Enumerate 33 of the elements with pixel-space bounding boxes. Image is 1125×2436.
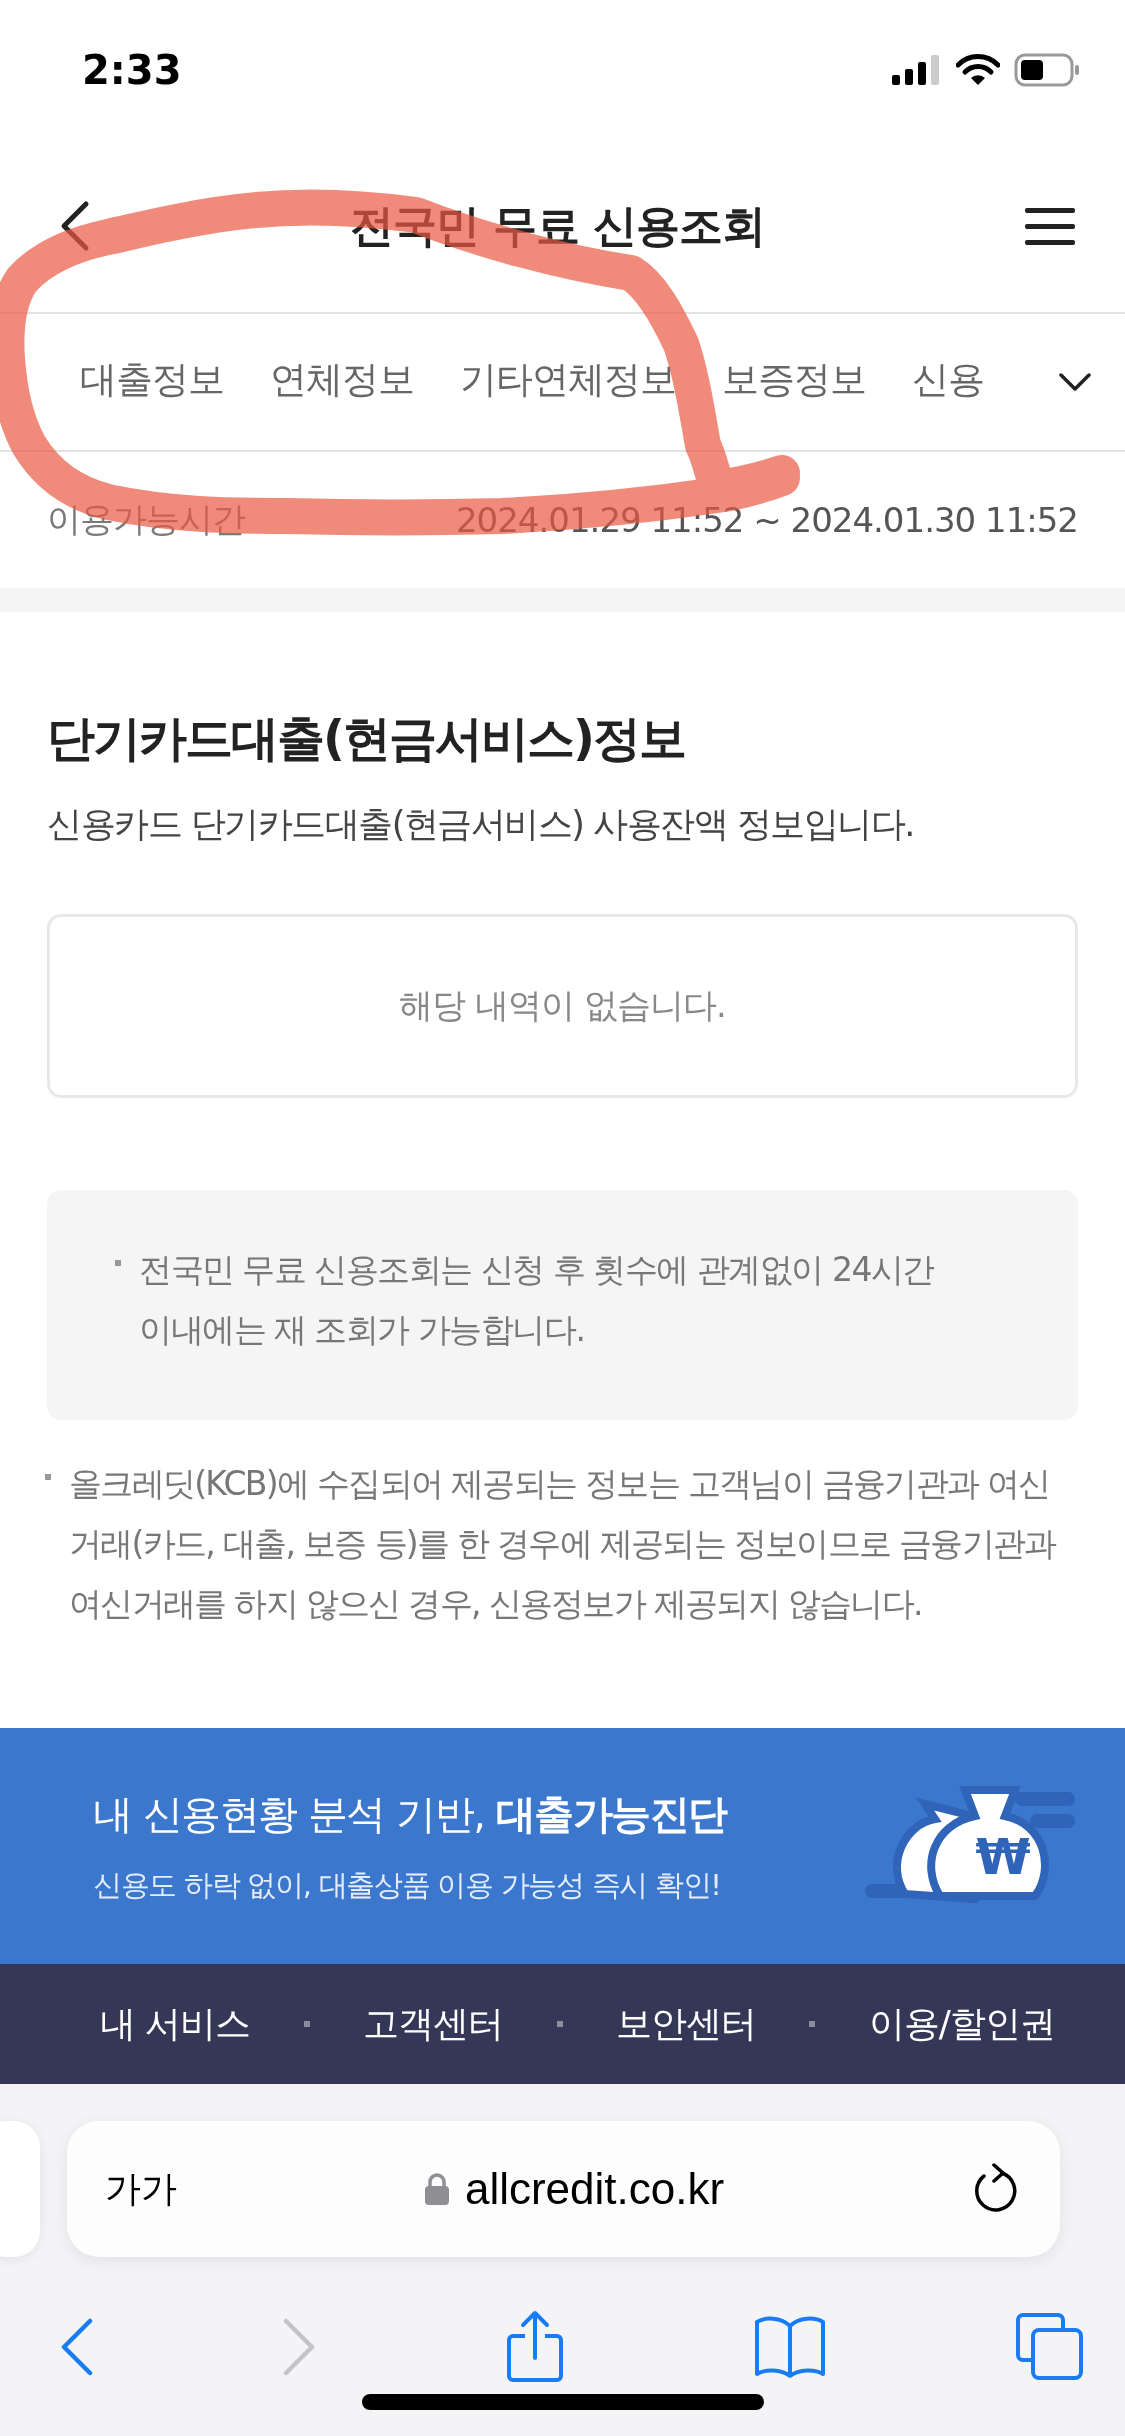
category-tab[interactable]: 신용 <box>912 345 984 419</box>
banner-subtitle: 신용도 하락 없이, 대출상품 이용 가능성 즉시 확인! <box>93 1866 722 1904</box>
category-tab[interactable]: 연체정보 <box>270 345 414 419</box>
footer-link[interactable]: 이용/할인권 <box>868 1999 1055 2049</box>
url-text: allcredit.co.kr <box>464 2164 725 2214</box>
notice-text: 전국민 무료 신용조회는 신청 후 횟수에 관계없이 24시간 이내에는 재 조회가 가능합니다. <box>139 1249 936 1351</box>
section-description: 신용카드 단기카드대출(현금서비스) 사용잔액 정보입니다. <box>47 803 915 846</box>
signal-icon <box>892 55 942 85</box>
bookmarks-button[interactable] <box>752 2314 827 2380</box>
section-title: 단기카드대출(현금서비스)정보 <box>47 709 686 768</box>
battery-icon <box>1014 53 1080 87</box>
category-tab[interactable]: 대출정보 <box>80 345 224 419</box>
lock-icon <box>424 2173 449 2205</box>
footnote-text: 올크레딧(KCB)에 수집되어 제공되는 정보는 고객님이 금융기관과 여신거래(카드, 대출, 보증 등)를 한 경우에 제공되는 정보이므로 금융기관과 여신거래를 하지 않으신 경우, 신용정보가 제공되지 않습니다. <box>69 1463 1058 1625</box>
text-size-button[interactable]: 가가 <box>105 2164 177 2214</box>
address-bar[interactable]: 가가 allcredit.co.kr <box>67 2121 1060 2257</box>
category-tab[interactable]: 보증정보 <box>722 345 866 419</box>
menu-button[interactable] <box>1025 206 1075 246</box>
status-time: 2:33 <box>82 47 182 93</box>
promo-banner[interactable]: 내 신용현황 분석 기반, 대출가능진단 신용도 하락 없이, 대출상품 이용 가능성 즉시 확인! ₩ <box>0 1728 1125 1964</box>
footer-link[interactable]: 보안센터 <box>616 1999 756 2049</box>
footer-link[interactable]: 내 서비스 <box>100 1999 251 2049</box>
empty-message: 해당 내역이 없습니다. <box>399 984 726 1027</box>
tabs-button[interactable] <box>1015 2312 1085 2382</box>
bullet-mark <box>115 1260 121 1266</box>
banner-title: 내 신용현황 분석 기반, 대출가능진단 <box>93 1789 727 1839</box>
wifi-icon <box>956 54 1000 86</box>
footer-link[interactable]: 고객센터 <box>363 1999 504 2049</box>
page-title: 전국민 무료 신용조회 <box>349 198 766 253</box>
reload-button[interactable] <box>972 2163 1018 2215</box>
chevron-down-icon <box>1059 373 1091 391</box>
share-button[interactable] <box>504 2310 565 2384</box>
bullet-mark <box>45 1474 51 1480</box>
